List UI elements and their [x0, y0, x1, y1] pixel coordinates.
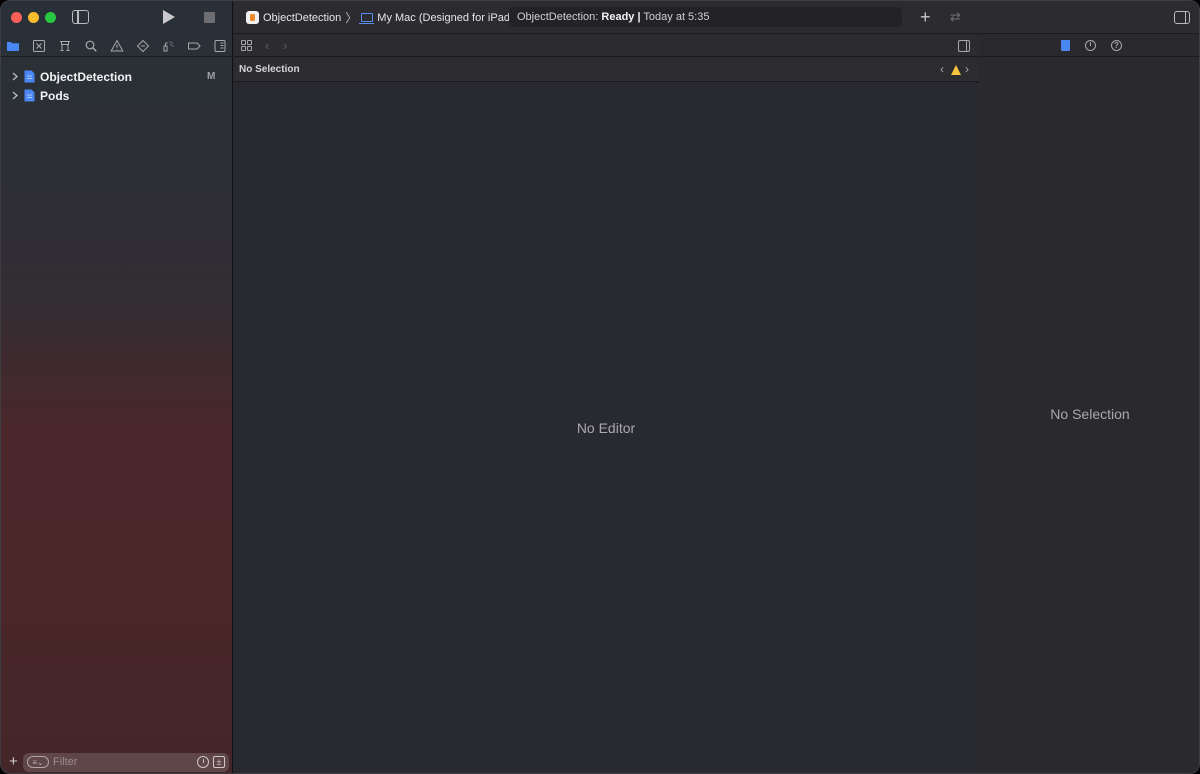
- file-inspector-icon[interactable]: [1061, 40, 1070, 51]
- filter-placeholder: Filter: [53, 756, 78, 768]
- xcode-window: ObjectDetection M Pods + ≡⌄ Filter ± Obj…: [0, 0, 1200, 774]
- modified-badge: M: [207, 71, 216, 82]
- disclosure-chevron-icon[interactable]: [11, 72, 19, 81]
- jump-bar: No Selection ‹ ›: [234, 58, 978, 82]
- sidebar-titlebar: [1, 1, 233, 34]
- editor-area: ObjectDetection 〉 My Mac (Designed for i…: [234, 1, 1170, 773]
- previous-issue-chevron-icon[interactable]: ‹: [940, 62, 944, 76]
- disclosure-chevron-icon[interactable]: [11, 91, 19, 100]
- go-forward-chevron-icon[interactable]: ›: [283, 38, 287, 53]
- run-destination[interactable]: My Mac (Designed for iPad): [377, 12, 513, 24]
- add-editor-split-icon[interactable]: [958, 40, 970, 52]
- issue-navigator-warning-icon[interactable]: [110, 39, 124, 53]
- breakpoint-navigator-tag-icon[interactable]: [187, 39, 201, 53]
- navigator-tab-bar: [1, 35, 233, 57]
- status-text: ObjectDetection: Ready | Today at 5:35: [517, 11, 709, 23]
- library-add-button[interactable]: +: [920, 7, 931, 27]
- project-file-icon: [24, 70, 35, 83]
- jump-bar-path[interactable]: No Selection: [239, 64, 300, 75]
- editor-content: No Editor: [234, 83, 978, 773]
- chevron-right-icon: 〉: [345, 11, 358, 25]
- source-control-navigator-icon[interactable]: [32, 39, 46, 53]
- app-target-icon: [246, 11, 259, 24]
- toggle-navigator-icon[interactable]: [72, 10, 89, 24]
- find-navigator-search-icon[interactable]: [84, 39, 98, 53]
- filter-options-icon[interactable]: ≡⌄: [27, 756, 49, 768]
- tree-item-label: ObjectDetection: [40, 70, 133, 84]
- no-editor-label: No Editor: [576, 420, 636, 436]
- run-icon[interactable]: [163, 10, 175, 24]
- activity-status-view[interactable]: ObjectDetection: Ready | Today at 5:35 2: [509, 7, 1170, 27]
- window-toolbar: ObjectDetection 〉 My Mac (Designed for i…: [234, 1, 1170, 34]
- code-review-arrows-icon[interactable]: ⇄: [950, 9, 961, 25]
- quick-help-question-icon[interactable]: ?: [1111, 40, 1122, 51]
- tree-item-label: Pods: [40, 89, 70, 103]
- next-issue-chevron-icon[interactable]: ›: [965, 62, 969, 76]
- laptop-icon: [359, 13, 375, 24]
- inspector-tab-bar: ?: [979, 35, 1199, 57]
- related-items-grid-icon[interactable]: [241, 40, 252, 51]
- symbol-navigator-icon[interactable]: [58, 39, 72, 53]
- toggle-inspector-icon[interactable]: [1174, 11, 1190, 24]
- status-project: ObjectDetection:: [517, 11, 599, 23]
- navigator-filter-field[interactable]: ≡⌄ Filter ±: [23, 753, 229, 772]
- go-back-chevron-icon[interactable]: ‹: [265, 38, 269, 53]
- minimize-window-button[interactable]: [28, 12, 39, 23]
- inspector-titlebar: [979, 1, 1199, 34]
- recent-files-clock-icon[interactable]: [197, 756, 209, 768]
- tree-item-objectdetection[interactable]: ObjectDetection M: [1, 67, 233, 86]
- status-state: Ready: [601, 11, 635, 23]
- project-tree: ObjectDetection M Pods: [1, 67, 233, 105]
- scheme-selector[interactable]: ObjectDetection 〉 My Mac (Designed for i…: [246, 10, 514, 25]
- status-time: Today at 5:35: [643, 11, 710, 23]
- debug-navigator-spray-icon[interactable]: [161, 39, 175, 53]
- project-file-icon: [24, 89, 35, 102]
- test-navigator-diamond-icon[interactable]: [136, 39, 150, 53]
- inspector-no-selection-label: No Selection: [1050, 406, 1130, 422]
- stop-icon[interactable]: [204, 12, 215, 23]
- inspector-panel: ? No Selection: [979, 1, 1199, 773]
- zoom-window-button[interactable]: [45, 12, 56, 23]
- tree-item-pods[interactable]: Pods: [1, 86, 233, 105]
- source-control-filter-icon[interactable]: ±: [213, 756, 225, 768]
- navigator-sidebar: ObjectDetection M Pods + ≡⌄ Filter ±: [1, 1, 233, 773]
- add-file-button[interactable]: +: [9, 754, 18, 770]
- report-navigator-list-icon[interactable]: [213, 39, 227, 53]
- scheme-name[interactable]: ObjectDetection: [263, 12, 341, 24]
- project-navigator-folder-icon[interactable]: [6, 39, 20, 53]
- status-separator: |: [637, 11, 641, 23]
- history-inspector-clock-icon[interactable]: [1085, 40, 1096, 51]
- issue-warning-icon[interactable]: [951, 65, 961, 75]
- editor-tab-bar: ‹ ›: [234, 35, 978, 57]
- navigator-footer: + ≡⌄ Filter ±: [1, 752, 233, 773]
- close-window-button[interactable]: [11, 12, 22, 23]
